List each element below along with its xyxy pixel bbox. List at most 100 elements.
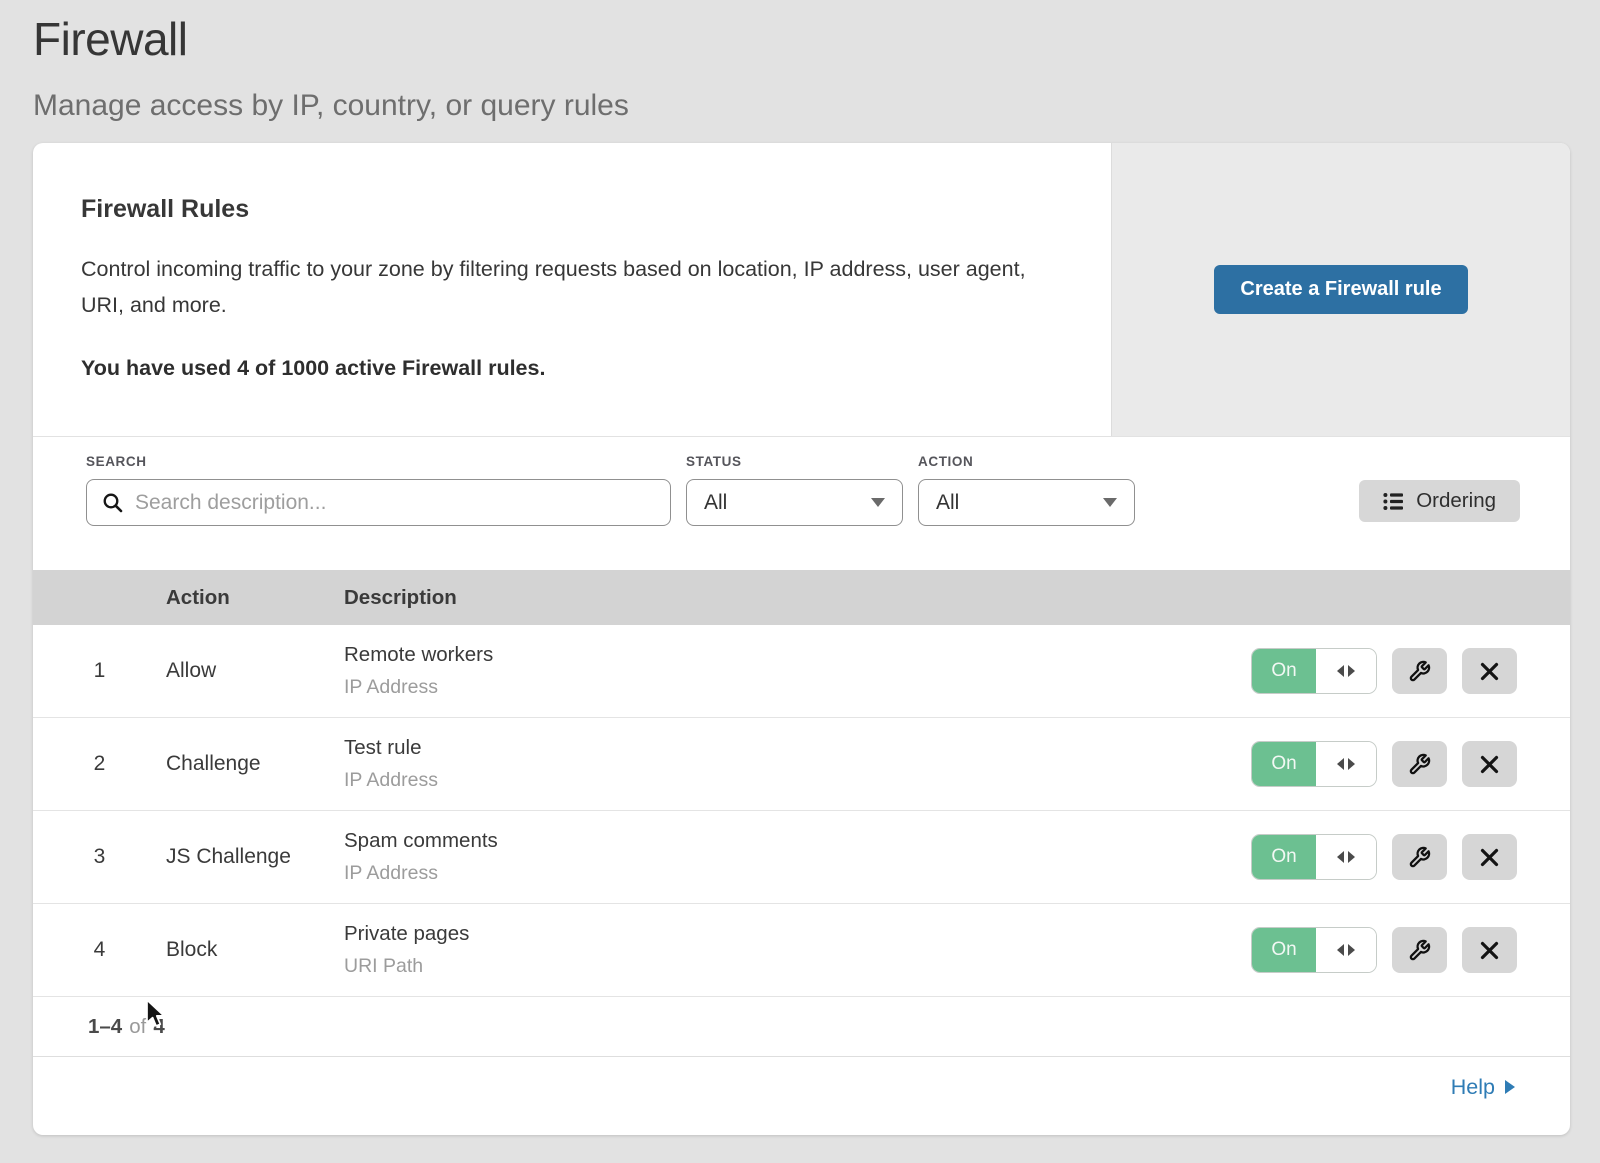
rule-enabled-toggle[interactable]: On: [1251, 741, 1377, 787]
action-select[interactable]: All: [918, 479, 1135, 526]
description-column-header: Description: [344, 586, 1570, 610]
firewall-rules-card: Firewall Rules Control incoming traffic …: [33, 143, 1570, 1135]
page-title: Firewall: [33, 12, 1600, 66]
action-column-header: Action: [166, 586, 344, 610]
rule-description: Remote workers: [344, 643, 1251, 667]
delete-rule-button[interactable]: [1462, 741, 1517, 787]
intro-description: Control incoming traffic to your zone by…: [81, 251, 1041, 323]
edit-rule-button[interactable]: [1392, 834, 1447, 880]
rule-description-cell: Private pages URI Path: [344, 922, 1251, 978]
rule-field: URI Path: [344, 955, 1251, 978]
create-rule-panel: Create a Firewall rule: [1111, 143, 1570, 436]
intro-text-block: Firewall Rules Control incoming traffic …: [33, 143, 1111, 436]
search-label: SEARCH: [86, 454, 671, 469]
rule-description-cell: Test rule IP Address: [344, 736, 1251, 792]
rule-description: Spam comments: [344, 829, 1251, 853]
rule-priority: 4: [33, 938, 166, 962]
rule-priority: 2: [33, 752, 166, 776]
toggle-handle: [1316, 742, 1376, 786]
status-group: STATUS All: [686, 454, 903, 570]
help-link-label: Help: [1451, 1075, 1495, 1100]
search-box: [86, 479, 671, 526]
ordered-list-icon: [1383, 492, 1404, 511]
search-input[interactable]: [86, 479, 671, 526]
rule-description: Private pages: [344, 922, 1251, 946]
ordering-button[interactable]: Ordering: [1359, 480, 1520, 522]
toggle-handle: [1316, 835, 1376, 879]
toggle-handle: [1316, 649, 1376, 693]
close-icon: [1480, 755, 1499, 774]
table-row: 2 Challenge Test rule IP Address On: [33, 718, 1570, 811]
page-header: Firewall Manage access by IP, country, o…: [0, 0, 1600, 123]
pagination-of: of: [129, 1015, 146, 1039]
status-label: STATUS: [686, 454, 903, 469]
rule-enabled-toggle[interactable]: On: [1251, 927, 1377, 973]
arrow-right-icon: [1348, 665, 1355, 677]
intro-heading: Firewall Rules: [81, 195, 1051, 224]
action-group: ACTION All: [918, 454, 1135, 570]
create-firewall-rule-button[interactable]: Create a Firewall rule: [1214, 265, 1467, 314]
rule-controls: On: [1251, 927, 1570, 973]
help-link[interactable]: Help: [1451, 1075, 1515, 1100]
spacer: [671, 454, 686, 570]
wrench-icon: [1408, 846, 1431, 869]
wrench-icon: [1408, 939, 1431, 962]
delete-rule-button[interactable]: [1462, 834, 1517, 880]
arrow-left-icon: [1337, 851, 1344, 863]
chevron-down-icon: [871, 498, 885, 507]
rule-enabled-toggle[interactable]: On: [1251, 648, 1377, 694]
delete-rule-button[interactable]: [1462, 927, 1517, 973]
rule-field: IP Address: [344, 676, 1251, 699]
rule-action: Allow: [166, 659, 344, 683]
toggle-on-label: On: [1252, 742, 1316, 786]
wrench-icon: [1408, 753, 1431, 776]
card-footer: Help: [33, 1057, 1570, 1117]
rule-description-cell: Spam comments IP Address: [344, 829, 1251, 885]
close-icon: [1480, 848, 1499, 867]
rule-action: Challenge: [166, 752, 344, 776]
arrow-right-icon: [1348, 758, 1355, 770]
status-select[interactable]: All: [686, 479, 903, 526]
rule-field: IP Address: [344, 862, 1251, 885]
rule-priority: 3: [33, 845, 166, 869]
arrow-right-icon: [1348, 851, 1355, 863]
status-select-value: All: [704, 491, 727, 515]
wrench-icon: [1408, 660, 1431, 683]
rule-priority: 1: [33, 659, 166, 683]
intro-section: Firewall Rules Control incoming traffic …: [33, 143, 1570, 437]
rule-controls: On: [1251, 648, 1570, 694]
arrow-left-icon: [1337, 944, 1344, 956]
rule-action: Block: [166, 938, 344, 962]
rule-controls: On: [1251, 741, 1570, 787]
search-group: SEARCH: [86, 454, 671, 570]
ordering-button-label: Ordering: [1416, 489, 1496, 513]
spacer: [903, 454, 918, 570]
page-subtitle: Manage access by IP, country, or query r…: [33, 89, 1600, 123]
action-label: ACTION: [918, 454, 1135, 469]
table-row: 1 Allow Remote workers IP Address On: [33, 625, 1570, 718]
filters-bar: SEARCH STATUS All ACTION All: [33, 437, 1570, 570]
close-icon: [1480, 662, 1499, 681]
toggle-handle: [1316, 928, 1376, 972]
pagination: 1–4 of 4: [33, 997, 1570, 1057]
rule-field: IP Address: [344, 769, 1251, 792]
pagination-total: 4: [153, 1015, 164, 1039]
arrow-left-icon: [1337, 758, 1344, 770]
table-row: 3 JS Challenge Spam comments IP Address …: [33, 811, 1570, 904]
edit-rule-button[interactable]: [1392, 648, 1447, 694]
edit-rule-button[interactable]: [1392, 927, 1447, 973]
toggle-on-label: On: [1252, 835, 1316, 879]
rule-description: Test rule: [344, 736, 1251, 760]
chevron-down-icon: [1103, 498, 1117, 507]
spacer: [1135, 454, 1359, 570]
arrow-left-icon: [1337, 665, 1344, 677]
rule-description-cell: Remote workers IP Address: [344, 643, 1251, 699]
edit-rule-button[interactable]: [1392, 741, 1447, 787]
arrow-right-icon: [1505, 1080, 1515, 1094]
rule-action: JS Challenge: [166, 845, 344, 869]
toggle-on-label: On: [1252, 649, 1316, 693]
delete-rule-button[interactable]: [1462, 648, 1517, 694]
rule-enabled-toggle[interactable]: On: [1251, 834, 1377, 880]
table-row: 4 Block Private pages URI Path On: [33, 904, 1570, 997]
rule-controls: On: [1251, 834, 1570, 880]
